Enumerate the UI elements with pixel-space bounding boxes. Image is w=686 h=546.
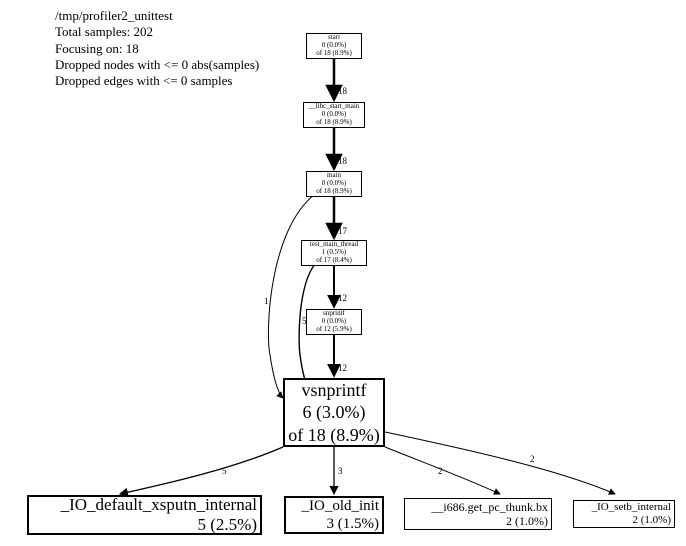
node-vsnprintf: vsnprintf 6 (3.0%) of 18 (8.9%) — [283, 378, 385, 447]
node-self: 6 (3.0%) — [303, 401, 366, 424]
header-dropped-nodes: Dropped nodes with <= 0 abs(samples) — [55, 57, 259, 73]
header-focusing: Focusing on: 18 — [55, 41, 259, 57]
edge-label: 3 — [338, 466, 343, 476]
node-io-default-xsputn-internal: _IO_default_xsputn_internal 5 (2.5%) — [27, 495, 262, 535]
node-cum: of 12 (5.9%) — [316, 326, 352, 334]
node-snprintf: snprintf 0 (0.0%) of 12 (5.9%) — [306, 309, 362, 335]
node-i686-get-pc-thunk: __i686.get_pc_thunk.bx 2 (1.0%) — [404, 498, 552, 530]
node-io-setb-internal: _IO_setb_internal 2 (1.0%) — [573, 500, 675, 528]
node-self: 3 (1.5%) — [327, 515, 380, 533]
edge-label: 1 — [264, 296, 269, 306]
profile-header: /tmp/profiler2_unittest Total samples: 2… — [55, 8, 259, 89]
node-name: __i686.get_pc_thunk.bx — [431, 500, 548, 514]
node-self: 2 (1.0%) — [633, 514, 672, 527]
node-main: main 0 (0.0%) of 18 (8.9%) — [306, 171, 362, 197]
node-cum: of 18 (8.9%) — [316, 188, 352, 196]
node-self: 5 (2.5%) — [198, 515, 257, 535]
edge-label: 18 — [338, 156, 347, 166]
node-name: _IO_default_xsputn_internal — [61, 495, 257, 515]
node-io-old-init: _IO_old_init 3 (1.5%) — [284, 496, 384, 534]
edge-label: 2 — [530, 454, 535, 464]
node-libc-start-main: __libc_start_main 0 (0.0%) of 18 (8.9%) — [303, 102, 365, 128]
edge-label: 12 — [338, 293, 347, 303]
node-start: start 0 (0.0%) of 18 (8.9%) — [306, 33, 362, 59]
node-cum: of 18 (8.9%) — [316, 50, 352, 58]
header-dropped-edges: Dropped edges with <= 0 samples — [55, 73, 259, 89]
edge-label: 18 — [338, 86, 347, 96]
node-test-main-thread: test_main_thread 1 (0.5%) of 17 (8.4%) — [301, 240, 367, 266]
node-cum: of 18 (8.9%) — [316, 119, 352, 127]
node-name: vsnprintf — [302, 379, 367, 402]
edge-label: 17 — [338, 226, 347, 236]
edge-label: 2 — [438, 466, 443, 476]
header-path: /tmp/profiler2_unittest — [55, 8, 259, 24]
node-cum: of 17 (8.4%) — [316, 257, 352, 265]
node-name: _IO_setb_internal — [592, 501, 671, 514]
node-name: _IO_old_init — [302, 497, 380, 515]
header-total-samples: Total samples: 202 — [55, 24, 259, 40]
edge-label: 12 — [338, 363, 347, 373]
edge-label: 5 — [222, 466, 227, 476]
node-self: 2 (1.0%) — [506, 514, 548, 528]
node-cum: of 18 (8.9%) — [288, 424, 379, 447]
